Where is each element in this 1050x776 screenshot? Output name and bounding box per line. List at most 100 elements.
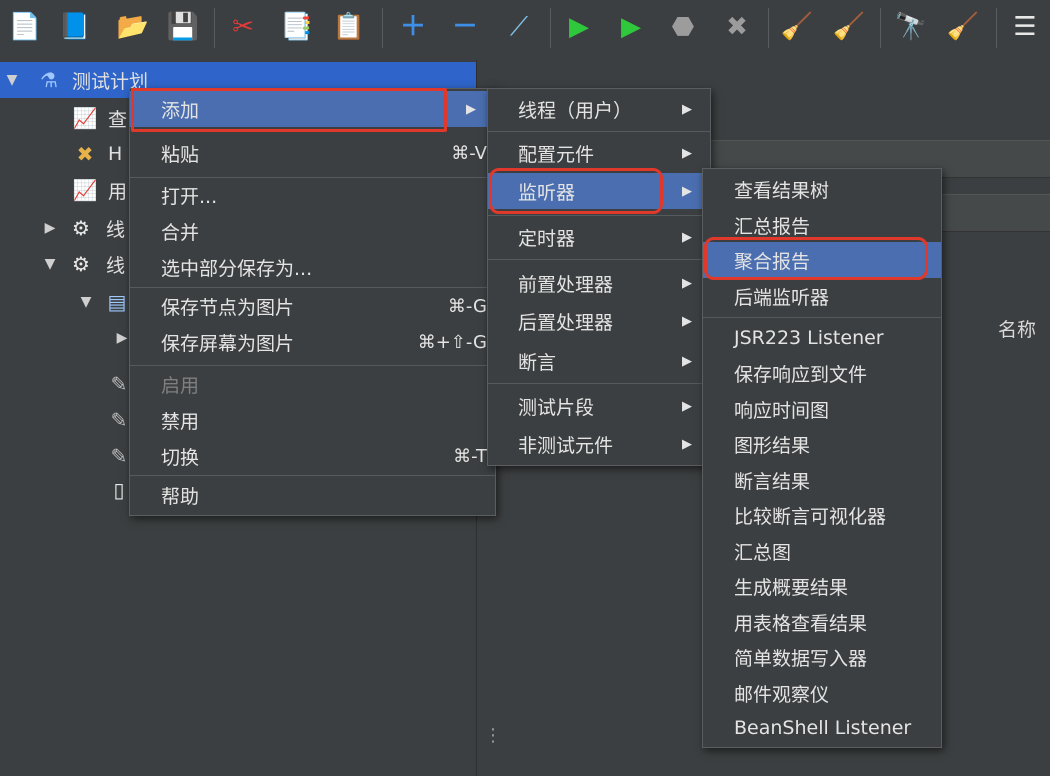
submenu-arrow-icon: ▶ (682, 313, 692, 329)
submenu-arrow-icon: ▶ (682, 229, 692, 245)
paste-icon[interactable]: 📋 (330, 8, 368, 46)
tree-node-label: 用 (108, 180, 128, 203)
flask-icon: ⚗ (40, 68, 58, 92)
shutdown-icon[interactable]: ✖ (718, 8, 756, 46)
reset-search-icon[interactable]: 🧹 (944, 8, 982, 46)
start-icon[interactable]: ▶ (560, 8, 598, 46)
tools-icon: ✖ (76, 142, 94, 166)
gear-icon: ⚙ (72, 216, 90, 240)
tree-node-label: 查 (108, 108, 128, 131)
menu-item-simple-data-writer[interactable]: 简单数据写入器 (703, 639, 941, 675)
tree-node[interactable]: ✖ H (72, 136, 123, 172)
menu-item-pre-processor[interactable]: 前置处理器 ▶ (488, 265, 710, 301)
clear-icon[interactable]: 🧹 (778, 8, 816, 46)
cut-icon[interactable]: ✂ (224, 8, 262, 46)
templates-icon[interactable]: 📘 (56, 8, 94, 46)
tree-node[interactable]: 📈 用 (72, 172, 127, 208)
menu-item-post-processor[interactable]: 后置处理器 ▶ (488, 303, 710, 339)
menu-item-disable[interactable]: 禁用 (130, 402, 495, 438)
menu-item-save-node-as-image[interactable]: 保存节点为图片 ⌘-G (130, 288, 495, 324)
menu-item-aggregate-graph[interactable]: 汇总图 (703, 533, 941, 569)
menu-item-aggregate-report[interactable]: 聚合报告 (703, 242, 941, 278)
menu-item-listener[interactable]: 监听器 ▶ (488, 173, 710, 209)
listener-submenu: 查看结果树 汇总报告 聚合报告 后端监听器 JSR223 Listener 保存… (702, 168, 942, 748)
menu-item-generate-summary-results[interactable]: 生成概要结果 (703, 568, 941, 604)
menu-item-toggle[interactable]: 切换 ⌘-T (130, 438, 495, 474)
collapse-icon[interactable]: － (446, 8, 484, 46)
toolbar-separator (550, 8, 551, 48)
menu-item-view-results-tree[interactable]: 查看结果树 (703, 171, 941, 207)
open-icon[interactable]: 📂 (114, 8, 152, 46)
menu-item-timer[interactable]: 定时器 ▶ (488, 219, 710, 255)
context-menu: 添加 ▶ 粘贴 ⌘-V 打开... 合并 选中部分保存为... 保存节点为图片 … (129, 88, 496, 516)
submenu-arrow-icon: ▶ (682, 353, 692, 369)
menu-item-config-element[interactable]: 配置元件 ▶ (488, 135, 710, 171)
menu-item-graph-results[interactable]: 图形结果 (703, 426, 941, 462)
start-no-pause-icon[interactable]: ▶ (612, 8, 650, 46)
menu-item-enable: 启用 (161, 374, 200, 397)
toolbar-separator (880, 8, 881, 48)
gear-icon: ⚙ (72, 252, 90, 276)
submenu-arrow-icon: ▶ (682, 145, 692, 161)
menu-item-jsr223-listener[interactable]: JSR223 Listener (703, 320, 941, 356)
submenu-arrow-icon: ▶ (682, 101, 692, 117)
menu-item-response-time-graph[interactable]: 响应时间图 (703, 391, 941, 427)
search-icon[interactable]: 🔭 (892, 8, 930, 46)
toolbar-separator (382, 8, 383, 48)
tree-node-label: H (108, 143, 123, 165)
menu-item-non-test-element[interactable]: 非测试元件 ▶ (488, 426, 710, 462)
menu-item-mailer-visualizer[interactable]: 邮件观察仪 (703, 675, 941, 711)
tree-node-thread-group[interactable]: ▼ ⚙ 线 (40, 246, 125, 282)
add-submenu: 线程（用户） ▶ 配置元件 ▶ 监听器 ▶ 定时器 ▶ 前置处理器 ▶ 后置处理… (487, 88, 711, 466)
tree-node[interactable]: 📈 查 (72, 100, 127, 136)
expand-arrow-icon[interactable]: ▼ (2, 72, 22, 88)
submenu-arrow-icon: ▶ (682, 183, 692, 199)
menu-item-assertion-results[interactable]: 断言结果 (703, 462, 941, 498)
menu-item-save-responses-to-file[interactable]: 保存响应到文件 (703, 355, 941, 391)
menu-item-help[interactable]: 帮助 (130, 477, 495, 513)
toolbar-separator (768, 8, 769, 48)
menu-item-assertion[interactable]: 断言 ▶ (488, 343, 710, 379)
submenu-arrow-icon: ▶ (682, 275, 692, 291)
tree-node-thread-group[interactable]: ▶ ⚙ 线 (40, 210, 125, 246)
tree-node-controller[interactable]: ▼ ▤ (76, 284, 130, 320)
menu-item-threads[interactable]: 线程（用户） ▶ (488, 91, 710, 127)
menu-item-paste[interactable]: 粘贴 ⌘-V (130, 135, 495, 171)
menu-item-test-fragment[interactable]: 测试片段 ▶ (488, 388, 710, 424)
function-helper-icon[interactable]: ☰ (1006, 8, 1044, 46)
menu-item-comparison-assertion-visualizer[interactable]: 比较断言可视化器 (703, 497, 941, 533)
toolbar-separator (996, 8, 997, 48)
graph-icon: 📈 (72, 106, 98, 130)
menu-separator (488, 259, 710, 260)
controller-icon: ▤ (107, 290, 127, 314)
expand-icon[interactable]: ＋ (394, 8, 432, 46)
collapsed-arrow-icon[interactable]: ▶ (40, 220, 60, 236)
save-icon[interactable]: 💾 (164, 8, 202, 46)
menu-separator (488, 383, 710, 384)
tree-node-label: 线 (106, 254, 126, 277)
graph-icon: 📈 (72, 178, 98, 202)
clear-all-icon[interactable]: 🧹 (830, 8, 868, 46)
toggle-icon[interactable]: ⟋ (500, 8, 538, 46)
table-header-name: 名称 (998, 319, 1037, 341)
tree-node-label: 线 (106, 218, 126, 241)
menu-item-beanshell-listener[interactable]: BeanShell Listener (703, 710, 941, 746)
menu-item-open[interactable]: 打开... (130, 177, 495, 213)
expand-arrow-icon[interactable]: ▼ (40, 256, 60, 272)
expand-arrow-icon[interactable]: ▼ (76, 294, 96, 310)
menu-item-merge[interactable]: 合并 (130, 213, 495, 249)
submenu-arrow-icon: ▶ (682, 436, 692, 452)
new-icon[interactable]: 📄 (6, 8, 44, 46)
menu-separator (488, 215, 710, 216)
menu-item-summary-report[interactable]: 汇总报告 (703, 207, 941, 243)
menu-item-backend-listener[interactable]: 后端监听器 (703, 278, 941, 314)
menu-item-save-screen-as-image[interactable]: 保存屏幕为图片 ⌘+⇧-G (130, 324, 495, 360)
menu-item-add[interactable]: 添加 ▶ (130, 91, 495, 127)
menu-item-view-results-in-table[interactable]: 用表格查看结果 (703, 604, 941, 640)
toolbar-separator (214, 8, 215, 48)
copy-icon[interactable]: 📑 (278, 8, 316, 46)
submenu-arrow-icon: ▶ (682, 398, 692, 414)
stop-icon[interactable]: ⬣ (664, 8, 702, 46)
menu-separator (488, 131, 710, 132)
menu-item-save-selection-as[interactable]: 选中部分保存为... (130, 249, 495, 285)
